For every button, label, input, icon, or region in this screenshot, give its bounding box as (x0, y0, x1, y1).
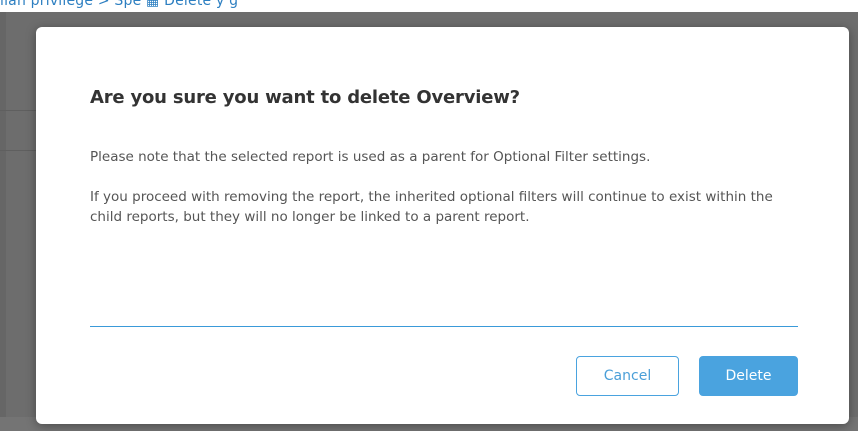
background-divider (0, 150, 40, 151)
dialog-title: Are you sure you want to delete Overview… (90, 87, 520, 108)
delete-button[interactable]: Delete (699, 356, 798, 396)
dialog-divider (90, 326, 798, 327)
cancel-button[interactable]: Cancel (576, 356, 679, 396)
background-breadcrumb-bar: lian privilege > Spe ▦ Delete y g (0, 0, 858, 12)
dialog-body: Please note that the selected report is … (90, 147, 790, 247)
background-divider (0, 110, 40, 111)
delete-confirmation-dialog: Are you sure you want to delete Overview… (36, 27, 849, 424)
background-breadcrumb: lian privilege > Spe ▦ Delete y g (0, 0, 239, 9)
dialog-message-inherited-filters: If you proceed with removing the report,… (90, 189, 773, 225)
dialog-message-parent-note: Please note that the selected report is … (90, 149, 651, 165)
page: lian privilege > Spe ▦ Delete y g Are yo… (0, 0, 858, 431)
background-left-edge (0, 12, 6, 417)
